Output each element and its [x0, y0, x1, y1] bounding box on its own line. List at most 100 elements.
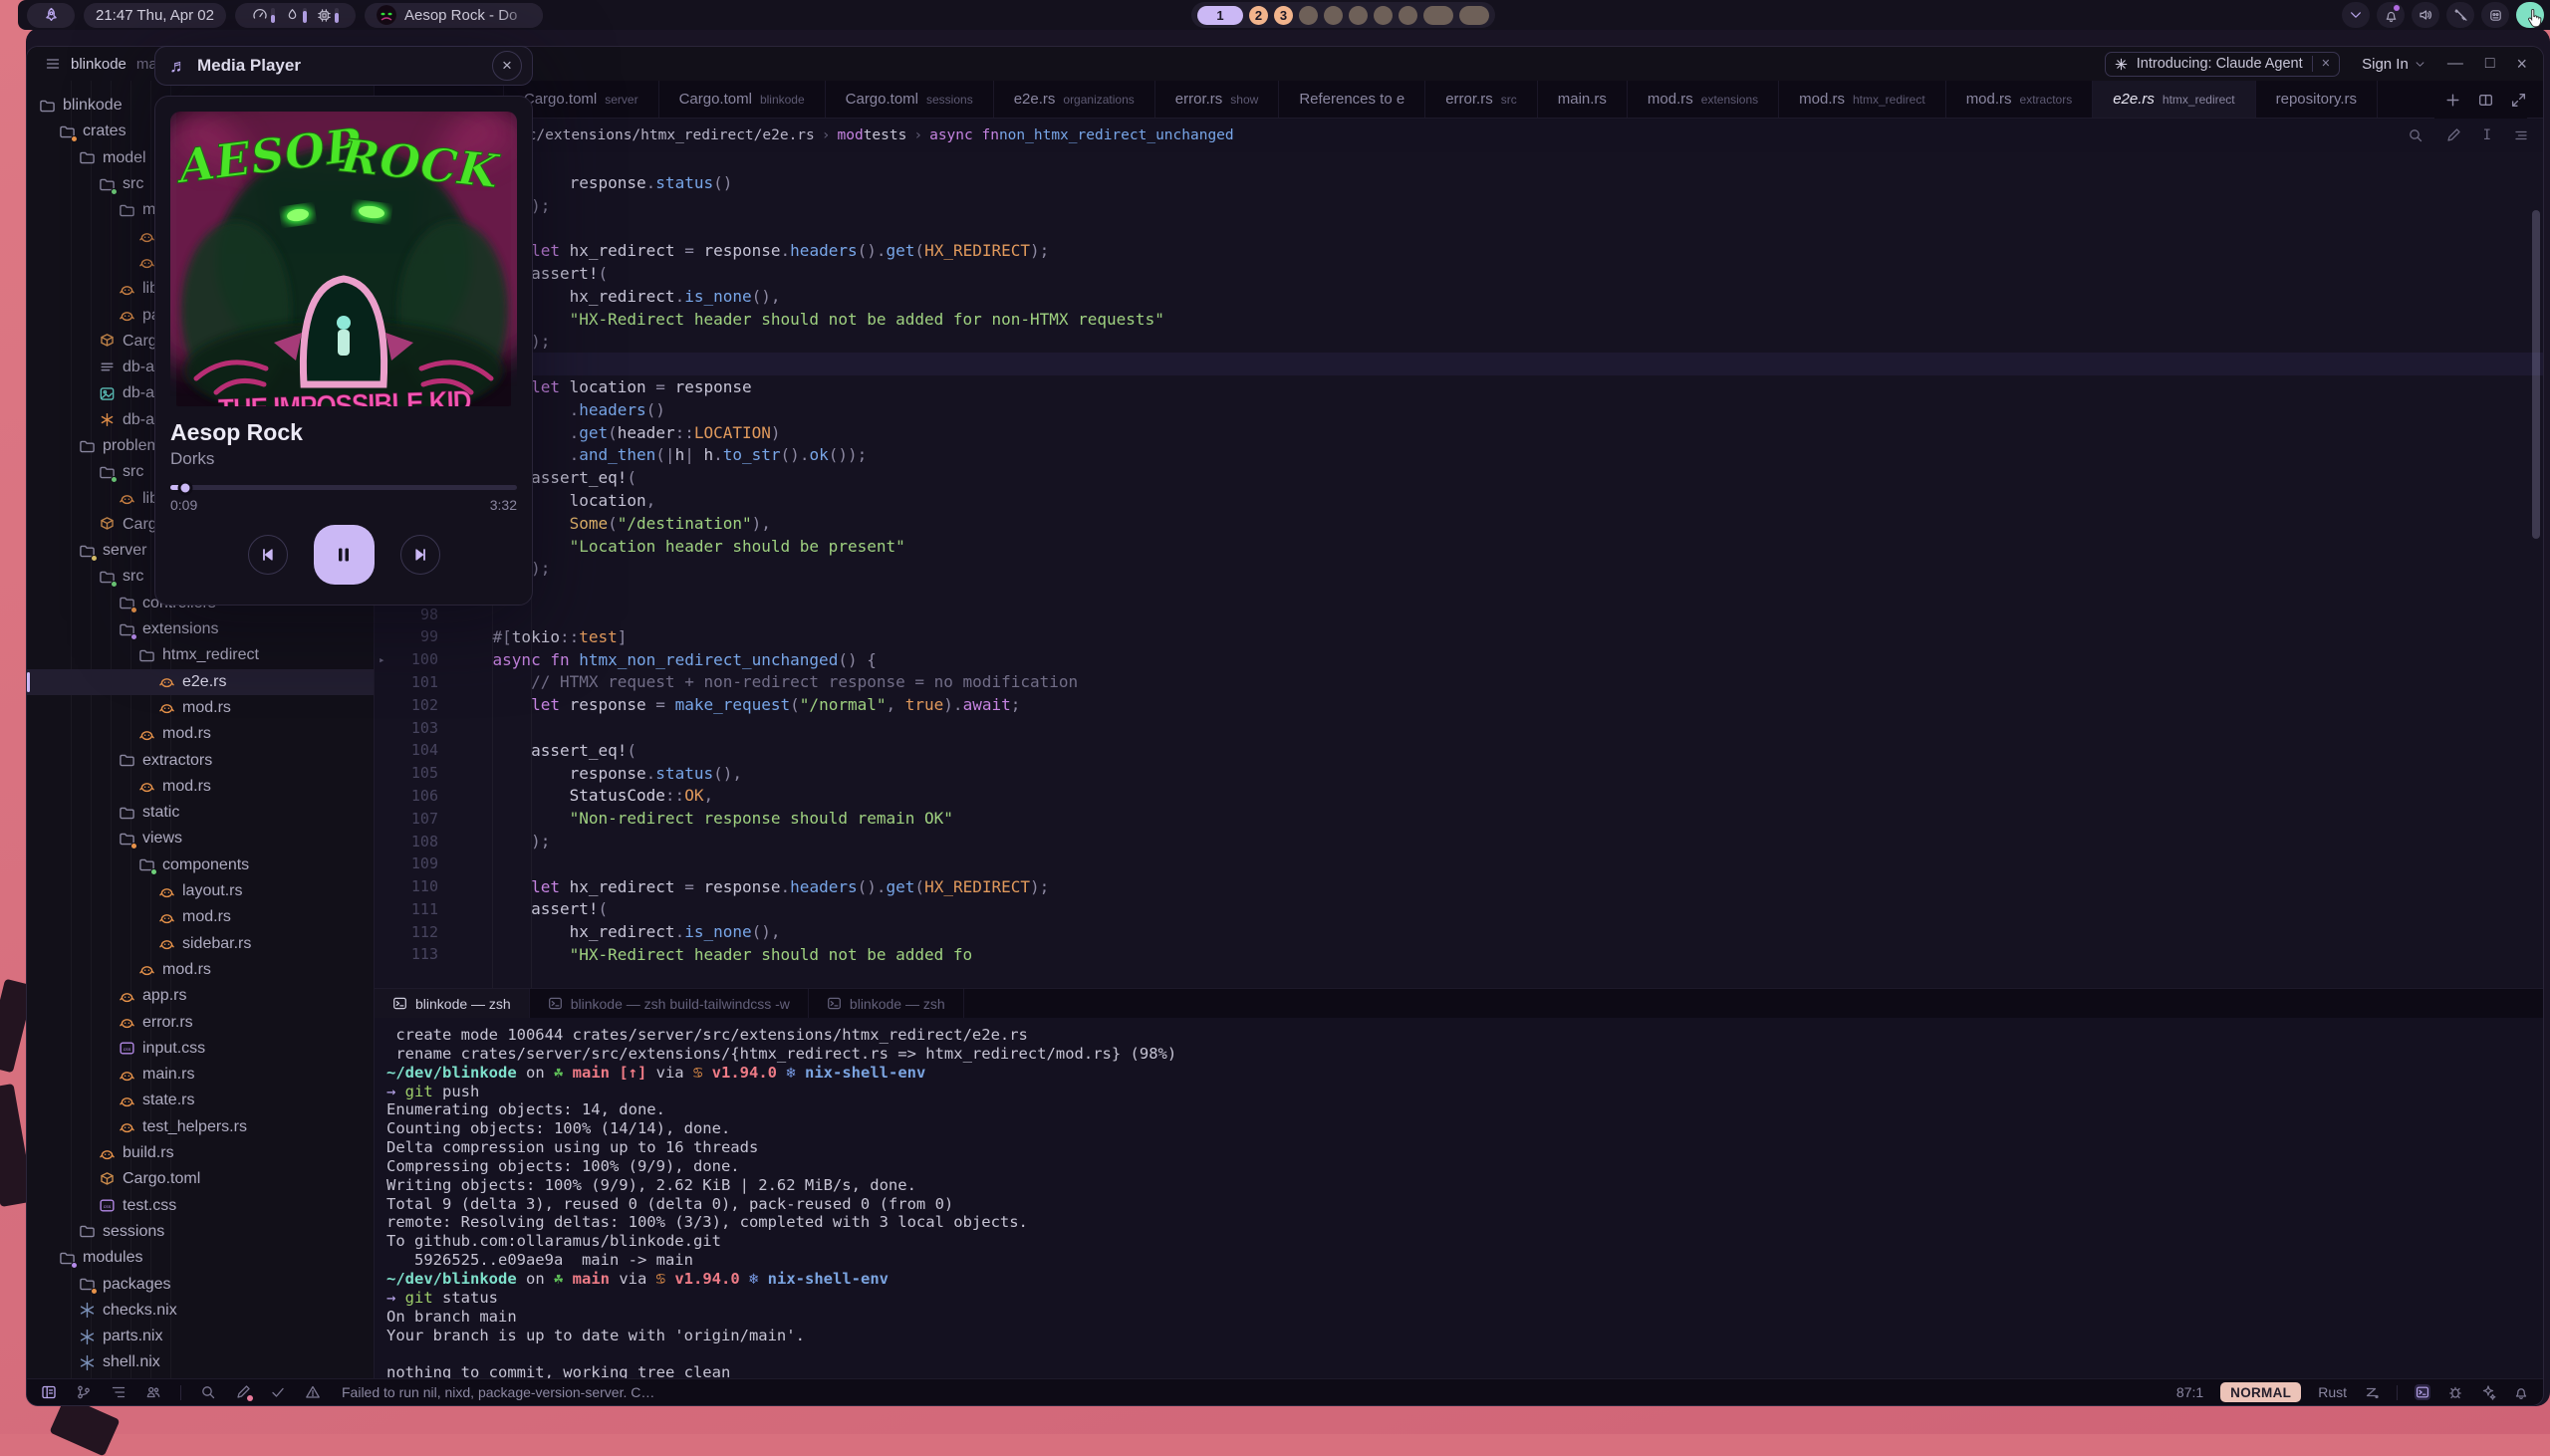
hamburger-menu-icon[interactable]: [45, 56, 61, 72]
terminal-tab[interactable]: blinkode — zsh build-tailwindcss -w: [530, 989, 809, 1018]
tree-item[interactable]: parts.nix: [27, 1324, 374, 1349]
terminal-tab[interactable]: blinkode — zsh: [375, 989, 530, 1018]
window-close-button[interactable]: ×: [2516, 54, 2527, 75]
debug-button[interactable]: [2447, 1384, 2463, 1400]
workspace-dot[interactable]: [1423, 6, 1453, 25]
tree-item[interactable]: checks.nix: [27, 1298, 374, 1324]
terminal-panel[interactable]: create mode 100644 crates/server/src/ext…: [375, 1018, 2543, 1378]
sign-in-button[interactable]: Sign In: [2362, 56, 2425, 73]
editor-tab[interactable]: error.rssrc: [1425, 81, 1538, 118]
tree-item[interactable]: components: [27, 852, 374, 878]
previous-track-button[interactable]: [248, 535, 288, 575]
media-player-titlebar[interactable]: ♬ Media Player ×: [154, 46, 533, 86]
inline-assist-icon[interactable]: [2445, 127, 2461, 143]
workspace-dot[interactable]: [1399, 6, 1417, 25]
notifications-button[interactable]: [2377, 2, 2405, 28]
minimize-button[interactable]: —: [2447, 55, 2463, 73]
cursor-style-icon[interactable]: I: [2483, 127, 2491, 143]
tree-item[interactable]: static: [27, 800, 374, 826]
cursor-position[interactable]: 87:1: [2176, 1384, 2203, 1400]
workspace-dot[interactable]: [1349, 6, 1368, 25]
editor-tab[interactable]: repository.rs: [2256, 81, 2378, 118]
tree-item[interactable]: csstest.css: [27, 1192, 374, 1218]
workspace-dot[interactable]: [1374, 6, 1393, 25]
clipboard-button[interactable]: [2481, 2, 2509, 28]
volume-button[interactable]: [2412, 2, 2439, 28]
tree-item[interactable]: extensions: [27, 616, 374, 642]
promo-close-button[interactable]: ×: [2312, 56, 2330, 72]
record-button[interactable]: [2516, 2, 2544, 28]
editor-tab[interactable]: e2e.rshtmx_redirect: [2093, 81, 2255, 118]
expand-editor-button[interactable]: [2510, 92, 2527, 109]
editor-tab[interactable]: mod.rsextensions: [1628, 81, 1779, 118]
bell-icon[interactable]: [2513, 1384, 2529, 1400]
next-track-button[interactable]: [400, 535, 440, 575]
code-editor[interactable]: 79 response.status()80 );8182 let hx_red…: [375, 152, 2543, 988]
tree-item[interactable]: Cargo.toml: [27, 1166, 374, 1192]
git-branch-icon[interactable]: [76, 1384, 92, 1400]
workspace-2[interactable]: 2: [1249, 6, 1268, 25]
tree-item[interactable]: main.rs: [27, 1062, 374, 1088]
diagnostics-ok-icon[interactable]: [270, 1384, 286, 1400]
assistant-button[interactable]: [235, 1384, 251, 1400]
fold-marker-icon[interactable]: ▸: [379, 653, 385, 666]
tree-item[interactable]: modules: [27, 1245, 374, 1271]
tree-item[interactable]: mod.rs: [27, 904, 374, 930]
sparkle-icon[interactable]: [2480, 1384, 2496, 1400]
editor-tab[interactable]: References to e: [1279, 81, 1425, 118]
clock[interactable]: 21:47 Thu, Apr 02: [84, 3, 226, 28]
terminal-tab[interactable]: blinkode — zsh: [809, 989, 964, 1018]
new-tab-button[interactable]: [2444, 92, 2461, 109]
editor-tab[interactable]: mod.rsextractors: [1946, 81, 2094, 118]
tree-item[interactable]: error.rs: [27, 1009, 374, 1035]
collab-panel-toggle[interactable]: [145, 1384, 161, 1400]
tree-item[interactable]: sessions: [27, 1219, 374, 1245]
fold-code-icon[interactable]: [2513, 127, 2529, 143]
editor-tab[interactable]: Cargo.tomlblinkode: [659, 81, 826, 118]
workspace-dot[interactable]: [1299, 6, 1318, 25]
tree-item[interactable]: shell.nix: [27, 1349, 374, 1375]
tree-item[interactable]: mod.rs: [27, 721, 374, 747]
tree-item[interactable]: views: [27, 826, 374, 851]
zed-ai-icon[interactable]: [2364, 1384, 2380, 1400]
launcher-button[interactable]: [27, 3, 75, 28]
seek-thumb[interactable]: [177, 480, 192, 495]
chevron-down-icon[interactable]: [2342, 2, 2370, 28]
maximize-button[interactable]: □: [2485, 55, 2495, 73]
workspace-active[interactable]: 1: [1197, 6, 1243, 25]
split-editor-button[interactable]: [2477, 92, 2494, 109]
tree-item[interactable]: state.rs: [27, 1088, 374, 1113]
tree-item[interactable]: packages: [27, 1271, 374, 1297]
seek-bar[interactable]: [170, 485, 517, 490]
tree-item[interactable]: test_helpers.rs: [27, 1114, 374, 1140]
outline-panel-toggle[interactable]: [111, 1384, 127, 1400]
workspace-dot[interactable]: [1324, 6, 1343, 25]
project-panel-toggle[interactable]: [41, 1384, 57, 1400]
tree-item[interactable]: app.rs: [27, 983, 374, 1009]
tree-item[interactable]: cssinput.css: [27, 1036, 374, 1062]
workspace-dot[interactable]: [1459, 6, 1489, 25]
project-name[interactable]: blinkode: [71, 56, 127, 73]
claude-promo-pill[interactable]: Introducing: Claude Agent ×: [2105, 52, 2340, 77]
tree-item[interactable]: layout.rs: [27, 878, 374, 904]
tree-item[interactable]: htmx_redirect: [27, 642, 374, 668]
editor-tab[interactable]: error.rsshow: [1155, 81, 1280, 118]
editor-tab[interactable]: Cargo.tomlsessions: [826, 81, 994, 118]
language-selector[interactable]: Rust: [2318, 1384, 2347, 1400]
tree-item[interactable]: e2e.rs: [27, 669, 374, 695]
terminal-toggle[interactable]: [2415, 1384, 2430, 1400]
editor-scrollbar[interactable]: [2532, 210, 2540, 539]
tree-item[interactable]: mod.rs: [27, 695, 374, 721]
breadcrumb[interactable]: crates/server/src/extensions/htmx_redire…: [375, 119, 2543, 152]
tree-item[interactable]: mod.rs: [27, 774, 374, 800]
status-message[interactable]: Failed to run nil, nixd, package-version…: [342, 1384, 654, 1400]
tools-off-button[interactable]: [2446, 2, 2474, 28]
now-playing-pill[interactable]: Aesop Rock - Do: [365, 3, 543, 28]
tree-item[interactable]: mod.rs: [27, 957, 374, 983]
editor-tab[interactable]: mod.rshtmx_redirect: [1779, 81, 1946, 118]
system-monitor-pill[interactable]: [235, 3, 356, 28]
media-player-close-button[interactable]: ×: [492, 51, 522, 81]
tree-item[interactable]: extractors: [27, 747, 374, 773]
tree-item[interactable]: sidebar.rs: [27, 931, 374, 957]
tree-item[interactable]: build.rs: [27, 1140, 374, 1166]
